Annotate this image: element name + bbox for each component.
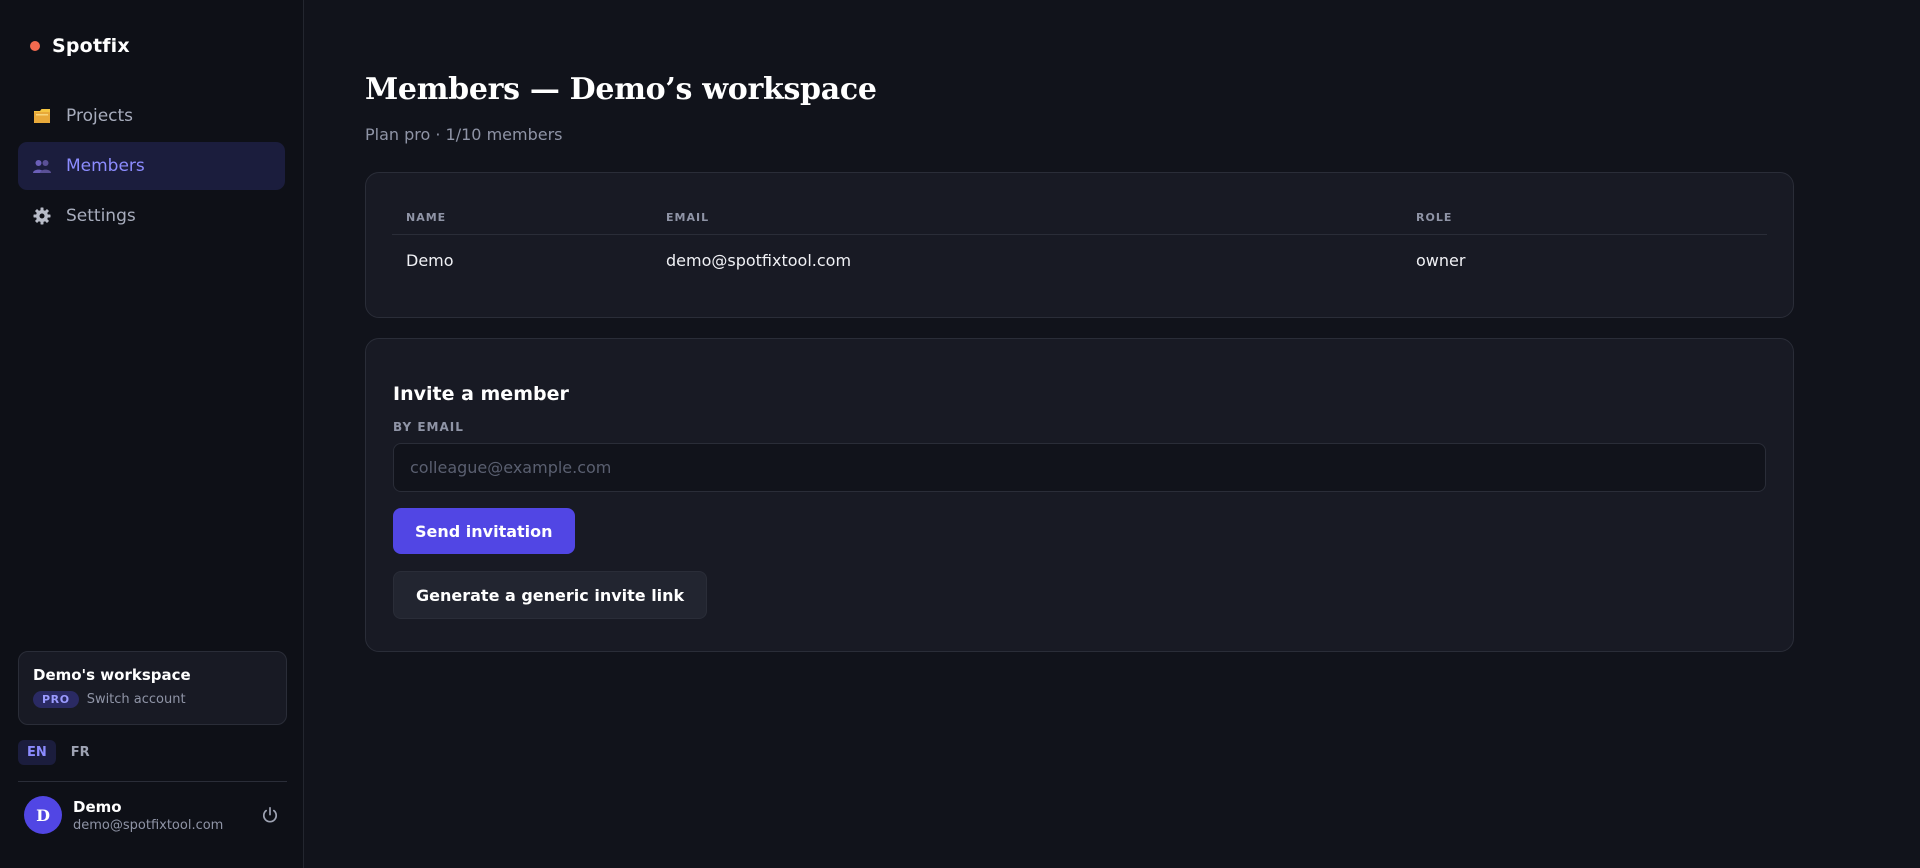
sidebar-item-label: Projects: [66, 106, 134, 126]
sidebar-nav: Projects Members Settings: [18, 92, 285, 240]
user-name: Demo: [73, 797, 122, 816]
main-content: Members — Demo’s workspace Plan pro · 1/…: [304, 0, 1920, 868]
email-field-label: BY EMAIL: [393, 420, 464, 434]
members-table: NAME EMAIL ROLE Demo demo@spotfixtool.co…: [392, 201, 1767, 286]
people-icon: [32, 156, 52, 176]
language-switcher: EN FR: [18, 740, 99, 765]
page-title: Members — Demo’s workspace: [365, 72, 877, 107]
sidebar-divider: [18, 781, 287, 782]
send-invitation-button[interactable]: Send invitation: [393, 508, 575, 554]
member-name-cell: Demo: [406, 250, 454, 270]
workspace-switcher[interactable]: Demo's workspace PRO Switch account: [18, 651, 287, 725]
user-profile: D Demo demo@spotfixtool.com: [24, 793, 281, 837]
member-email-cell: demo@spotfixtool.com: [666, 250, 852, 270]
brand-name: Spotfix: [52, 35, 130, 57]
sidebar-item-settings[interactable]: Settings: [18, 192, 285, 240]
column-header-name: NAME: [392, 201, 652, 235]
sidebar: Spotfix Projects Members Settings Demo's…: [0, 0, 304, 868]
table-header-row: NAME EMAIL ROLE: [392, 201, 1767, 235]
invite-email-input[interactable]: [393, 443, 1766, 492]
workspace-name: Demo's workspace: [33, 666, 191, 684]
user-info: Demo demo@spotfixtool.com: [73, 798, 259, 833]
plan-badge: PRO: [33, 691, 79, 708]
generate-invite-link-button[interactable]: Generate a generic invite link: [393, 571, 708, 619]
gear-icon: [32, 206, 52, 226]
switch-account-link[interactable]: Switch account: [87, 692, 186, 707]
brand-dot-icon: [30, 41, 40, 51]
invite-member-card: Invite a member BY EMAIL Send invitation…: [365, 338, 1794, 652]
logout-button[interactable]: [259, 804, 281, 826]
folder-icon: [32, 106, 52, 126]
column-header-role: ROLE: [1402, 201, 1767, 235]
invite-title: Invite a member: [393, 383, 569, 405]
brand-logo[interactable]: Spotfix: [18, 0, 285, 92]
avatar[interactable]: D: [24, 796, 62, 834]
sidebar-item-members[interactable]: Members: [18, 142, 285, 190]
sidebar-item-label: Settings: [66, 206, 136, 226]
table-row: Demo demo@spotfixtool.com owner: [392, 234, 1767, 286]
language-fr-button[interactable]: FR: [62, 740, 99, 765]
sidebar-item-projects[interactable]: Projects: [18, 92, 285, 140]
page-subtitle: Plan pro · 1/10 members: [365, 125, 563, 144]
sidebar-item-label: Members: [66, 156, 145, 176]
app-root: Spotfix Projects Members Settings Demo's…: [0, 0, 1920, 868]
column-header-email: EMAIL: [652, 201, 1402, 235]
members-table-card: NAME EMAIL ROLE Demo demo@spotfixtool.co…: [365, 172, 1794, 318]
member-role-cell: owner: [1416, 250, 1466, 270]
language-en-button[interactable]: EN: [18, 740, 56, 765]
workspace-meta: PRO Switch account: [33, 691, 272, 708]
user-email: demo@spotfixtool.com: [73, 817, 224, 833]
power-icon: [262, 806, 278, 823]
